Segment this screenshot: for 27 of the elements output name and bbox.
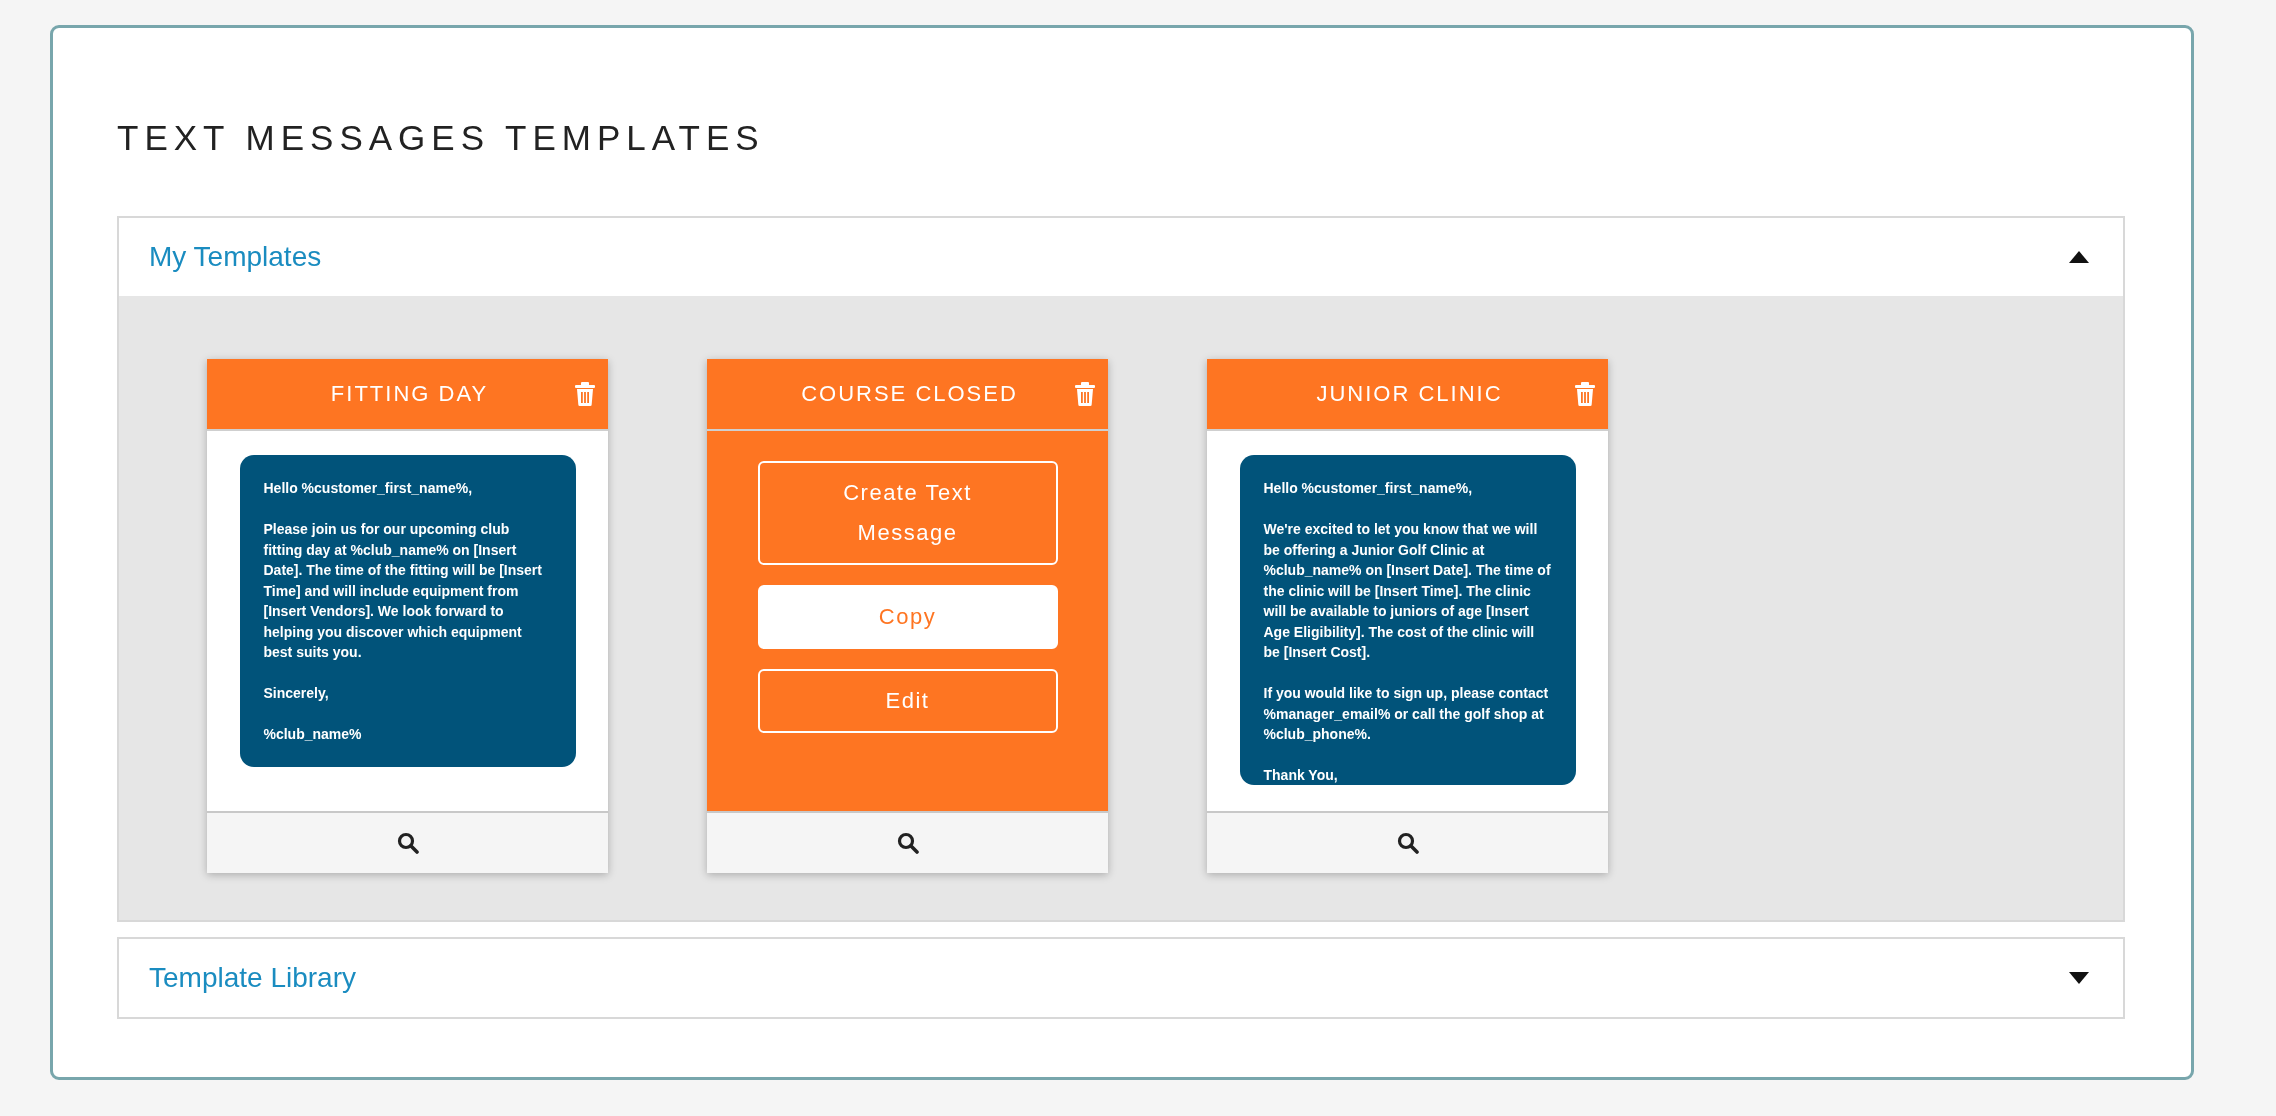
delete-button[interactable] bbox=[574, 382, 596, 406]
page-title: TEXT MESSAGES TEMPLATES bbox=[117, 118, 765, 158]
action-button[interactable]: Create Text Message bbox=[757, 461, 1058, 565]
template-card[interactable] bbox=[207, 359, 608, 873]
delete-button[interactable] bbox=[1574, 382, 1596, 406]
caret-up-icon bbox=[2069, 251, 2089, 263]
action-button[interactable]: Edit bbox=[757, 669, 1058, 733]
search-icon bbox=[896, 832, 919, 854]
accordion-header[interactable]: Template Library bbox=[119, 939, 2123, 1017]
trash-icon bbox=[574, 382, 596, 406]
card-title: COURSE CLOSED bbox=[800, 381, 1019, 407]
trash-icon bbox=[1574, 382, 1596, 406]
accordion-label: Template Library bbox=[149, 962, 356, 994]
template-card[interactable] bbox=[1207, 359, 1608, 873]
delete-button[interactable] bbox=[1074, 382, 1096, 406]
card-title: FITTING DAY bbox=[329, 381, 490, 407]
message-bubble: Hello %customer_first_name%, We're excited to let you know that we will be offering a Junior Golf Clinic at %club_name% on [Insert Date]. The time of the clinic will be [Insert Time]. The clinic will be available to juniors of age [Insert Age Eligibility]. The cost of the clinic will be [Insert Cost]. If you would like to sign up, please contact %manager_email% or call the golf shop at %club_phone%. Thank You, bbox=[1239, 455, 1576, 785]
accordion-header[interactable]: My Templates bbox=[119, 218, 2123, 296]
caret-down-icon bbox=[2069, 972, 2089, 984]
message-bubble: Hello %customer_first_name%, Please join us for our upcoming club fitting day at %club_name% on [Insert Date]. The time of the fitting will be [Insert Time] and will include equipment from [Insert Vendors]. We look forward to helping you discover which equipment best suits you. Sincerely, %club_name% bbox=[239, 455, 576, 767]
search-icon bbox=[1396, 832, 1419, 854]
card-title: JUNIOR CLINIC bbox=[1315, 381, 1504, 407]
template-card[interactable]: COURSE CLOSED Create Text Message Copy Edit bbox=[707, 359, 1108, 873]
search-icon bbox=[396, 832, 419, 854]
action-button[interactable]: Copy bbox=[757, 585, 1058, 649]
trash-icon bbox=[1074, 382, 1096, 406]
accordion-label: My Templates bbox=[149, 241, 322, 273]
